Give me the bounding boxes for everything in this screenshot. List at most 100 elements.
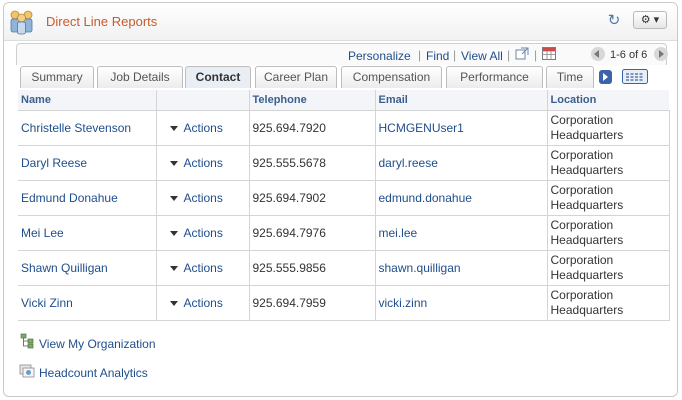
location-line: Headquarters bbox=[550, 162, 624, 177]
email-link[interactable]: edmund.donahue bbox=[379, 191, 472, 205]
email-link[interactable]: shawn.quilligan bbox=[379, 261, 461, 275]
row-actions-cell: Actions bbox=[156, 250, 250, 286]
caret-down-icon bbox=[169, 160, 178, 166]
tab-strip: Summary Job Details Contact Career Plan … bbox=[20, 66, 660, 88]
actions-label: Actions bbox=[183, 190, 223, 205]
personalize-link[interactable]: Personalize bbox=[348, 49, 411, 63]
actions-label: Actions bbox=[183, 155, 223, 170]
new-window-icon[interactable] bbox=[515, 47, 529, 60]
row-location-cell: Corporation Headquarters bbox=[547, 215, 670, 251]
actions-menu[interactable]: Actions bbox=[169, 295, 223, 310]
download-to-spreadsheet-icon[interactable] bbox=[542, 47, 556, 60]
caret-down-icon bbox=[169, 300, 178, 306]
actions-menu[interactable]: Actions bbox=[169, 155, 223, 170]
toolbar-separator: | bbox=[534, 48, 538, 62]
employee-name-link[interactable]: Daryl Reese bbox=[21, 156, 87, 170]
row-location-cell: Corporation Headquarters bbox=[547, 145, 670, 181]
row-telephone-cell: 925.694.7920 bbox=[249, 110, 376, 146]
refresh-icon[interactable]: ↻ bbox=[606, 13, 622, 29]
actions-label: Actions bbox=[183, 295, 223, 310]
tab-contact[interactable]: Contact bbox=[185, 66, 251, 88]
tab-time[interactable]: Time bbox=[546, 66, 594, 88]
row-telephone-cell: 925.555.5678 bbox=[249, 145, 376, 181]
row-actions-cell: Actions bbox=[156, 180, 250, 216]
tab-career-plan[interactable]: Career Plan bbox=[255, 66, 337, 88]
previous-row-button[interactable] bbox=[591, 47, 605, 61]
toolbar-separator: | bbox=[418, 48, 422, 62]
row-location-cell: Corporation Headquarters bbox=[547, 180, 670, 216]
employee-name-link[interactable]: Christelle Stevenson bbox=[21, 121, 131, 135]
row-name-cell: Edmund Donahue bbox=[18, 180, 157, 216]
email-link[interactable]: daryl.reese bbox=[379, 156, 438, 170]
headcount-analytics-link[interactable]: Headcount Analytics bbox=[39, 366, 148, 380]
view-all-link[interactable]: View All bbox=[461, 49, 503, 63]
row-email-cell: daryl.reese bbox=[375, 145, 548, 181]
row-actions-cell: Actions bbox=[156, 285, 250, 321]
show-all-columns-icon[interactable] bbox=[622, 69, 648, 84]
toolbar-separator: | bbox=[453, 48, 457, 62]
page-title: Direct Line Reports bbox=[46, 14, 158, 29]
row-email-cell: mei.lee bbox=[375, 215, 548, 251]
direct-line-reports-pagelet: Direct Line Reports ↻ ⚙ ▾ Personalize | … bbox=[3, 2, 678, 397]
row-location-cell: Corporation Headquarters bbox=[547, 110, 670, 146]
row-location-cell: Corporation Headquarters bbox=[547, 250, 670, 286]
location-line: Corporation bbox=[550, 182, 614, 197]
view-my-organization-link[interactable]: View My Organization bbox=[39, 337, 156, 351]
actions-menu[interactable]: Actions bbox=[169, 120, 223, 135]
caret-down-icon bbox=[169, 195, 178, 201]
actions-label: Actions bbox=[183, 260, 223, 275]
row-telephone-cell: 925.555.9856 bbox=[249, 250, 376, 286]
find-link[interactable]: Find bbox=[426, 49, 449, 63]
row-telephone-cell: 925.694.7959 bbox=[249, 285, 376, 321]
table-row: Shawn Quilligan Actions 925.555.9856 shawn.… bbox=[18, 250, 670, 286]
row-actions-cell: Actions bbox=[156, 145, 250, 181]
column-header-actions bbox=[156, 90, 250, 111]
row-name-cell: Shawn Quilligan bbox=[18, 250, 157, 286]
actions-menu[interactable]: Actions bbox=[169, 190, 223, 205]
toolbar-separator: | bbox=[507, 48, 511, 62]
table-row: Daryl Reese Actions 925.555.5678 daryl.rees… bbox=[18, 145, 670, 181]
employee-name-link[interactable]: Shawn Quilligan bbox=[21, 261, 108, 275]
actions-label: Actions bbox=[183, 225, 223, 240]
tab-summary[interactable]: Summary bbox=[20, 66, 94, 88]
location-line: Headquarters bbox=[550, 127, 624, 142]
employee-name-link[interactable]: Mei Lee bbox=[21, 226, 64, 240]
row-actions-cell: Actions bbox=[156, 215, 250, 251]
row-email-cell: HCMGENUser1 bbox=[375, 110, 548, 146]
location-line: Corporation bbox=[550, 287, 614, 302]
location-line: Headquarters bbox=[550, 302, 624, 317]
gear-menu-button[interactable]: ⚙ ▾ bbox=[633, 11, 667, 29]
table-row: Christelle Stevenson Actions 925.694.7920 H… bbox=[18, 110, 670, 146]
reports-grid: Name Telephone Email Location Christelle… bbox=[18, 90, 670, 321]
location-line: Corporation bbox=[550, 252, 614, 267]
row-email-cell: edmund.donahue bbox=[375, 180, 548, 216]
caret-down-icon bbox=[169, 125, 178, 131]
tab-job-details[interactable]: Job Details bbox=[97, 66, 183, 88]
people-icon bbox=[10, 10, 33, 35]
email-link[interactable]: vicki.zinn bbox=[379, 296, 428, 310]
email-link[interactable]: mei.lee bbox=[379, 226, 418, 240]
row-name-cell: Vicki Zinn bbox=[18, 285, 157, 321]
column-header-telephone: Telephone bbox=[249, 90, 376, 111]
tab-performance[interactable]: Performance bbox=[446, 66, 543, 88]
row-name-cell: Daryl Reese bbox=[18, 145, 157, 181]
location-line: Headquarters bbox=[550, 232, 624, 247]
actions-menu[interactable]: Actions bbox=[169, 225, 223, 240]
column-header-name: Name bbox=[18, 90, 157, 111]
next-row-button[interactable] bbox=[654, 47, 668, 61]
actions-menu[interactable]: Actions bbox=[169, 260, 223, 275]
employee-name-link[interactable]: Vicki Zinn bbox=[21, 296, 73, 310]
email-link[interactable]: HCMGENUser1 bbox=[379, 121, 464, 135]
row-email-cell: vicki.zinn bbox=[375, 285, 548, 321]
tab-compensation[interactable]: Compensation bbox=[341, 66, 442, 88]
row-name-cell: Mei Lee bbox=[18, 215, 157, 251]
row-telephone-cell: 925.694.7902 bbox=[249, 180, 376, 216]
grid-toolbar: Personalize | Find | View All | | 1-6 of… bbox=[16, 43, 668, 65]
row-name-cell: Christelle Stevenson bbox=[18, 110, 157, 146]
actions-label: Actions bbox=[183, 120, 223, 135]
employee-name-link[interactable]: Edmund Donahue bbox=[21, 191, 118, 205]
reports-table: Name Telephone Email Location Christelle… bbox=[18, 90, 670, 321]
caret-down-icon bbox=[169, 265, 178, 271]
caret-down-icon bbox=[169, 230, 178, 236]
next-tabs-icon[interactable] bbox=[599, 70, 612, 84]
